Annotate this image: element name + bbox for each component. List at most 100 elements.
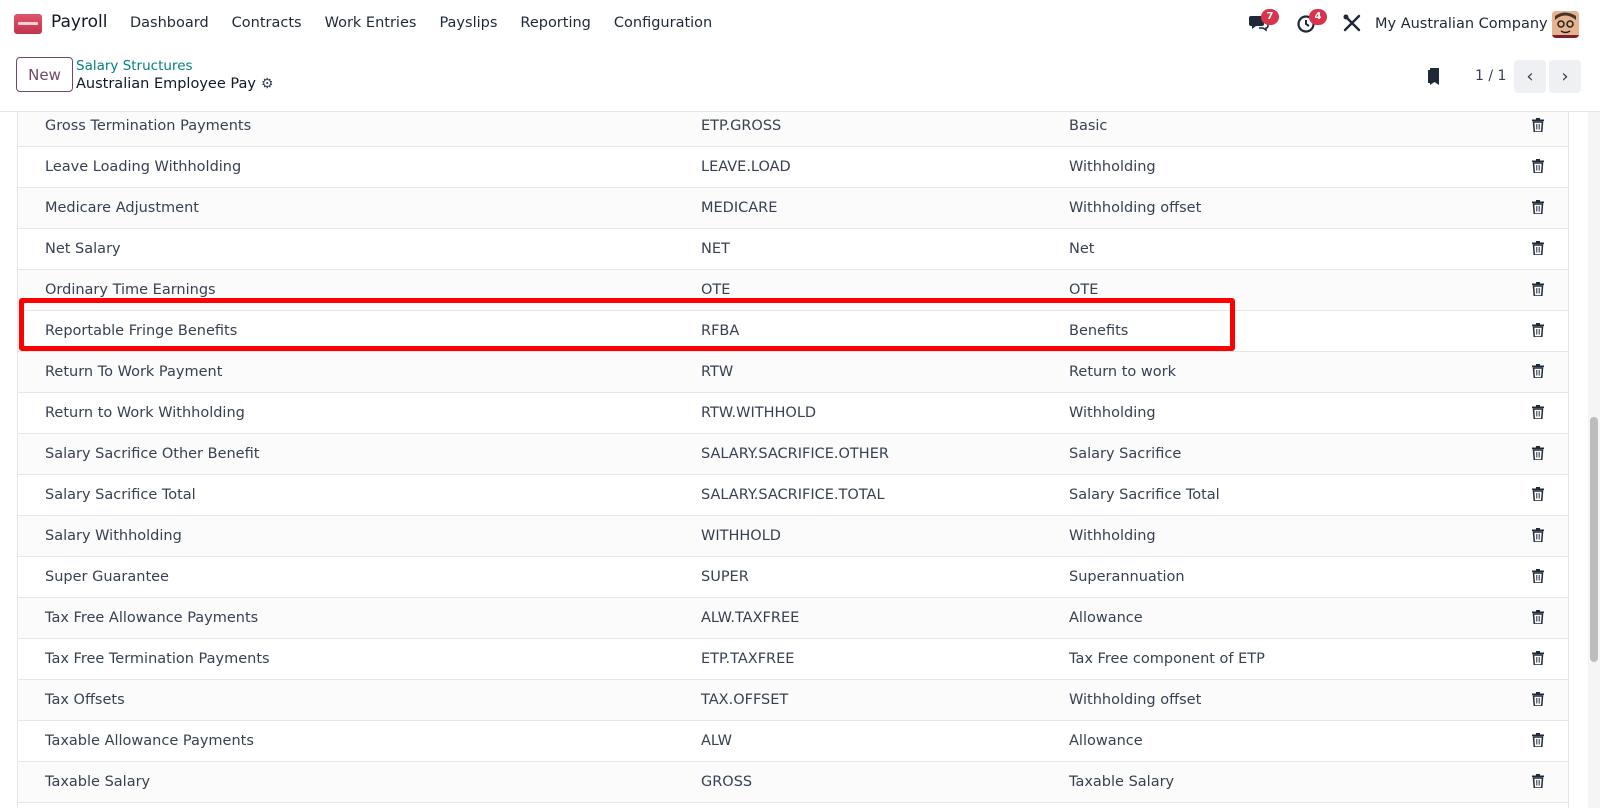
rule-name-cell[interactable]: Tax Free Termination Payments <box>45 639 270 680</box>
rule-name-cell[interactable]: Return to Work Withholding <box>45 393 245 434</box>
menu-dashboard[interactable]: Dashboard <box>130 15 209 31</box>
trash-icon[interactable] <box>1532 200 1544 214</box>
table-row[interactable]: Taxable Salary GROSS Taxable Salary <box>18 762 1568 803</box>
rule-code-cell[interactable]: ETP.TAXFREE <box>701 639 794 680</box>
trash-icon[interactable] <box>1532 733 1544 747</box>
trash-icon[interactable] <box>1532 159 1544 173</box>
rule-code-cell[interactable]: RTW <box>701 352 733 393</box>
rule-code-cell[interactable]: LEAVE.LOAD <box>701 147 791 188</box>
app-name[interactable]: Payroll <box>51 12 107 32</box>
table-row[interactable]: Ordinary Time Earnings OTE OTE <box>18 270 1568 311</box>
gear-icon[interactable]: ⚙ <box>261 76 274 92</box>
rule-name-cell[interactable]: Reportable Fringe Benefits <box>45 311 237 352</box>
rule-name-cell[interactable]: Salary Sacrifice Total <box>45 475 196 516</box>
table-row[interactable]: Tax Offsets TAX.OFFSET Withholding offset <box>18 680 1568 721</box>
rule-category-cell[interactable]: Return to work <box>1069 352 1176 393</box>
rule-code-cell[interactable]: MEDICARE <box>701 188 777 229</box>
rule-code-cell[interactable]: NET <box>701 229 730 270</box>
trash-icon[interactable] <box>1532 364 1544 378</box>
trash-icon[interactable] <box>1532 241 1544 255</box>
rule-name-cell[interactable]: Gross Termination Payments <box>45 112 251 147</box>
payroll-app-icon[interactable] <box>14 14 42 34</box>
trash-icon[interactable] <box>1532 405 1544 419</box>
rule-name-cell[interactable]: Taxable Salary <box>45 762 150 803</box>
trash-icon[interactable] <box>1532 774 1544 788</box>
table-row[interactable]: Gross Termination Payments ETP.GROSS Basic <box>18 112 1568 147</box>
rule-name-cell[interactable]: Salary Withholding <box>45 516 182 557</box>
trash-icon[interactable] <box>1532 692 1544 706</box>
table-row[interactable]: Taxable Allowance Payments ALW Allowance <box>18 721 1568 762</box>
trash-icon[interactable] <box>1532 487 1544 501</box>
trash-icon[interactable] <box>1532 118 1544 132</box>
trash-icon[interactable] <box>1532 610 1544 624</box>
rule-code-cell[interactable]: SALARY.SACRIFICE.OTHER <box>701 434 889 475</box>
rule-code-cell[interactable]: SALARY.SACRIFICE.TOTAL <box>701 475 885 516</box>
rule-code-cell[interactable]: SUPER <box>701 557 749 598</box>
rule-code-cell[interactable]: ALW <box>701 721 732 762</box>
rule-code-cell[interactable]: TAX.OFFSET <box>701 680 788 721</box>
rule-category-cell[interactable]: Salary Sacrifice <box>1069 434 1181 475</box>
rule-name-cell[interactable]: Leave Loading Withholding <box>45 147 241 188</box>
menu-work-entries[interactable]: Work Entries <box>325 15 417 31</box>
rule-category-cell[interactable]: Benefits <box>1069 311 1128 352</box>
bookmark-icon[interactable] <box>1428 68 1441 85</box>
rule-category-cell[interactable]: Salary Sacrifice Total <box>1069 475 1220 516</box>
rule-name-cell[interactable]: Ordinary Time Earnings <box>45 270 216 311</box>
pager-previous-button[interactable]: ‹ <box>1514 60 1546 93</box>
rule-category-cell[interactable]: Allowance <box>1069 598 1143 639</box>
trash-icon[interactable] <box>1532 528 1544 542</box>
activities-button[interactable]: 4 <box>1296 9 1327 36</box>
menu-contracts[interactable]: Contracts <box>232 15 302 31</box>
menu-payslips[interactable]: Payslips <box>439 15 497 31</box>
table-row[interactable]: Leave Loading Withholding LEAVE.LOAD Withh… <box>18 147 1568 188</box>
table-row[interactable]: Reportable Fringe Benefits RFBA Benefits <box>18 311 1568 352</box>
scrollbar-thumb[interactable] <box>1590 417 1598 662</box>
rule-category-cell[interactable]: Taxable Salary <box>1069 762 1174 803</box>
rule-category-cell[interactable]: Tax Free component of ETP <box>1069 639 1265 680</box>
rule-code-cell[interactable]: ETP.GROSS <box>701 112 781 147</box>
breadcrumb[interactable]: Salary Structures <box>76 58 193 74</box>
table-row[interactable]: Salary Sacrifice Total SALARY.SACRIFICE.T… <box>18 475 1568 516</box>
rule-code-cell[interactable]: ALW.TAXFREE <box>701 598 799 639</box>
debug-tools-button[interactable] <box>1342 13 1366 37</box>
table-row[interactable]: Return To Work Payment RTW Return to work <box>18 352 1568 393</box>
rule-category-cell[interactable]: Withholding offset <box>1069 680 1201 721</box>
rule-code-cell[interactable]: GROSS <box>701 762 752 803</box>
table-row[interactable]: Salary Sacrifice Other Benefit SALARY.SAC… <box>18 434 1568 475</box>
rule-name-cell[interactable]: Return To Work Payment <box>45 352 222 393</box>
trash-icon[interactable] <box>1532 569 1544 583</box>
rule-category-cell[interactable]: Basic <box>1069 112 1107 147</box>
menu-configuration[interactable]: Configuration <box>614 15 712 31</box>
table-row[interactable]: Tax Free Allowance Payments ALW.TAXFREE Al… <box>18 598 1568 639</box>
table-row[interactable]: Return to Work Withholding RTW.WITHHOLD Wi… <box>18 393 1568 434</box>
rule-category-cell[interactable]: Withholding <box>1069 516 1156 557</box>
menu-reporting[interactable]: Reporting <box>520 15 591 31</box>
rule-name-cell[interactable]: Net Salary <box>45 229 121 270</box>
rule-category-cell[interactable]: Net <box>1069 229 1094 270</box>
rule-category-cell[interactable]: Withholding <box>1069 393 1156 434</box>
table-row[interactable]: Medicare Adjustment MEDICARE Withholding o… <box>18 188 1568 229</box>
rule-name-cell[interactable]: Medicare Adjustment <box>45 188 199 229</box>
table-row[interactable]: Tax Free Termination Payments ETP.TAXFREE… <box>18 639 1568 680</box>
rule-name-cell[interactable]: Tax Offsets <box>45 680 125 721</box>
new-button[interactable]: New <box>16 57 73 92</box>
messages-button[interactable]: 7 <box>1248 9 1279 36</box>
user-avatar[interactable] <box>1552 11 1579 38</box>
rule-name-cell[interactable]: Taxable Allowance Payments <box>45 721 254 762</box>
rule-category-cell[interactable]: OTE <box>1069 270 1098 311</box>
trash-icon[interactable] <box>1532 323 1544 337</box>
rule-code-cell[interactable]: WITHHOLD <box>701 516 781 557</box>
table-row[interactable]: Super Guarantee SUPER Superannuation <box>18 557 1568 598</box>
rule-category-cell[interactable]: Withholding <box>1069 147 1156 188</box>
rule-name-cell[interactable]: Tax Free Allowance Payments <box>45 598 258 639</box>
rule-name-cell[interactable]: Salary Sacrifice Other Benefit <box>45 434 259 475</box>
trash-icon[interactable] <box>1532 446 1544 460</box>
table-row[interactable]: Salary Withholding WITHHOLD Withholding <box>18 516 1568 557</box>
pager-next-button[interactable]: › <box>1549 60 1581 93</box>
pager-value[interactable]: 1 / 1 <box>1475 68 1506 84</box>
rule-category-cell[interactable]: Allowance <box>1069 721 1143 762</box>
rule-category-cell[interactable]: Withholding offset <box>1069 188 1201 229</box>
rule-code-cell[interactable]: RFBA <box>701 311 739 352</box>
rule-category-cell[interactable]: Superannuation <box>1069 557 1185 598</box>
company-switcher[interactable]: My Australian Company <box>1375 16 1548 32</box>
